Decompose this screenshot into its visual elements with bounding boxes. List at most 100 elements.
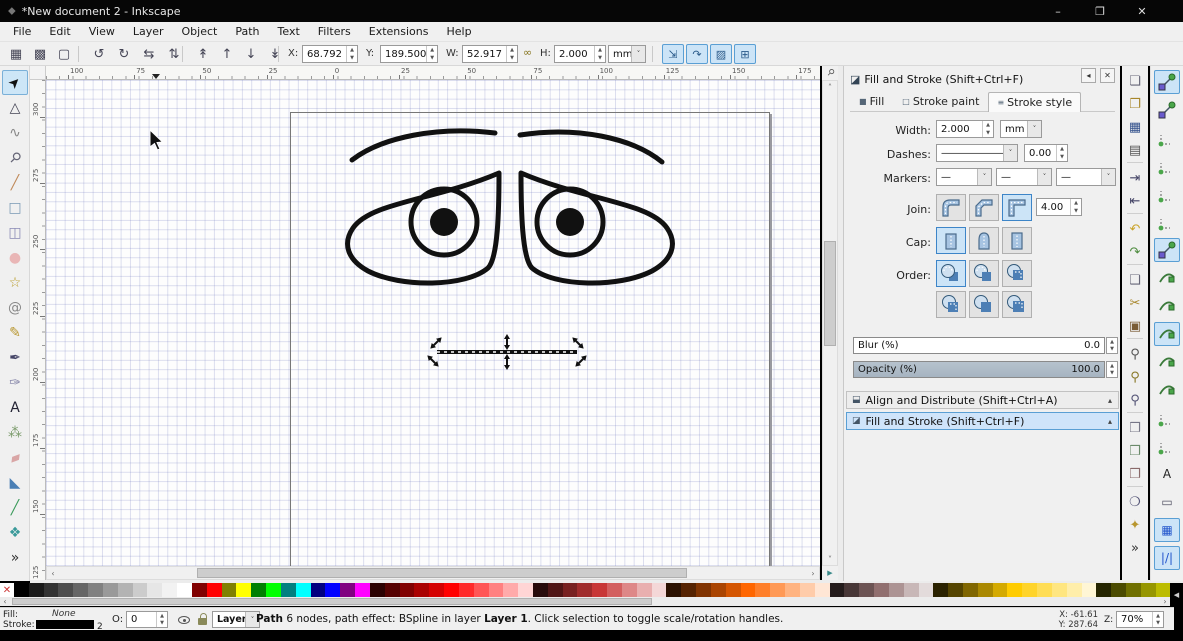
snap-bbox-edge-midpoints-toggle[interactable] — [1154, 182, 1180, 206]
unit-select[interactable]: mm ˅ — [608, 45, 646, 63]
layer-visibility-icon[interactable] — [178, 616, 190, 624]
menu-view[interactable]: View — [80, 23, 124, 40]
snap-midpoints-toggle[interactable] — [1154, 378, 1180, 402]
palette-swatch[interactable] — [844, 583, 860, 597]
palette-swatch[interactable] — [1066, 583, 1082, 597]
spray-tool[interactable]: ⁂ — [2, 420, 28, 445]
palette-swatch[interactable] — [785, 583, 800, 597]
stroke-width-input[interactable]: 2.000 ▲ ▼ — [936, 120, 994, 138]
zoom-tool[interactable]: ⚲ — [2, 145, 28, 170]
horizontal-scrollbar[interactable]: ‹ › — [46, 566, 820, 580]
tweak-tool[interactable]: ∿ — [2, 120, 28, 145]
palette-swatch[interactable] — [532, 583, 548, 597]
snap-rotation-centers-toggle[interactable] — [1154, 434, 1180, 458]
menu-path[interactable]: Path — [226, 23, 268, 40]
order-markers-stroke-fill-button[interactable] — [1002, 291, 1032, 318]
copy-button[interactable]: ❑ — [1124, 269, 1146, 291]
opacity-spinner[interactable]: ▲ ▼ — [1106, 361, 1118, 378]
palette-swatch[interactable] — [1111, 583, 1127, 597]
star-tool[interactable]: ☆ — [2, 270, 28, 295]
palette-menu-arrow[interactable]: ◀ — [1170, 583, 1183, 607]
palette-swatch[interactable] — [102, 583, 118, 597]
palette-swatch[interactable] — [177, 583, 192, 597]
palette-swatch[interactable] — [651, 583, 667, 597]
palette-swatch[interactable] — [859, 583, 875, 597]
palette-swatch[interactable] — [28, 583, 44, 597]
tab-stroke-paint[interactable]: □ Stroke paint — [893, 91, 988, 111]
palette-swatch[interactable] — [725, 583, 741, 597]
palette-swatch[interactable] — [88, 583, 103, 597]
palette-swatch[interactable] — [681, 583, 697, 597]
palette-swatch[interactable] — [992, 583, 1008, 597]
palette-swatch[interactable] — [43, 583, 59, 597]
raise-button[interactable]: ↑ — [216, 44, 238, 64]
box3d-tool[interactable]: ◫ — [2, 220, 28, 245]
palette-swatch[interactable] — [1051, 583, 1067, 597]
palette-swatch[interactable] — [473, 583, 489, 597]
palette-swatch[interactable] — [1037, 583, 1052, 597]
tab-stroke-style[interactable]: ≡ Stroke style — [988, 92, 1082, 112]
clone-button[interactable]: ❒ — [1124, 440, 1146, 462]
palette-swatch[interactable] — [488, 583, 504, 597]
w-input[interactable]: 52.917 ▲ ▼ — [462, 45, 518, 63]
join-round-button[interactable] — [936, 194, 966, 221]
palette-swatch[interactable] — [666, 583, 682, 597]
palette-swatch[interactable] — [918, 583, 934, 597]
unlink-clone-button[interactable]: ❒ — [1124, 463, 1146, 485]
save-button[interactable]: ▦ — [1124, 116, 1146, 138]
select-all-button[interactable]: ▦ — [5, 44, 27, 64]
vertical-scroll-thumb[interactable] — [824, 241, 836, 346]
order-fill-markers-stroke-button[interactable] — [969, 260, 999, 287]
palette-swatch[interactable] — [251, 583, 267, 597]
palette-swatch[interactable] — [221, 583, 237, 597]
snap-bbox-centers-toggle[interactable] — [1154, 210, 1180, 234]
join-bevel-button[interactable] — [969, 194, 999, 221]
menu-edit[interactable]: Edit — [40, 23, 79, 40]
palette-swatch[interactable] — [562, 583, 578, 597]
palette-swatch[interactable] — [458, 583, 474, 597]
calligraphy-tool[interactable]: ✑ — [2, 370, 28, 395]
palette-swatch[interactable] — [73, 583, 89, 597]
palette-swatch[interactable] — [696, 583, 711, 597]
undo-button[interactable]: ↶ — [1124, 218, 1146, 240]
palette-scroll-thumb[interactable] — [12, 598, 652, 605]
menu-help[interactable]: Help — [437, 23, 480, 40]
palette-swatch[interactable] — [236, 583, 252, 597]
cut-button[interactable]: ✂ — [1124, 292, 1146, 314]
scroll-down-arrow[interactable]: ˅ — [823, 553, 837, 565]
rotate-cw-button[interactable]: ↻ — [113, 44, 135, 64]
dash-offset-input[interactable]: 0.00 ▲ ▼ — [1024, 144, 1068, 162]
palette-swatch[interactable] — [280, 583, 296, 597]
zoom-drawing-button[interactable]: ⚲ — [1124, 366, 1146, 388]
pencil-tool[interactable]: ✎ — [2, 320, 28, 345]
palette-swatch[interactable] — [444, 583, 459, 597]
order-markers-fill-stroke-button[interactable] — [969, 291, 999, 318]
flip-horizontal-button[interactable]: ⇆ — [138, 44, 160, 64]
palette-swatch[interactable] — [162, 583, 178, 597]
zoom-page-button[interactable]: ⚲ — [1124, 389, 1146, 411]
vertical-scrollbar[interactable]: ˄ ˅ — [822, 80, 838, 566]
zoom-lock-icon[interactable]: ⚲ — [822, 66, 838, 80]
pen-tool[interactable]: ✒ — [2, 345, 28, 370]
palette-swatch[interactable] — [14, 583, 29, 597]
palette-swatch[interactable] — [295, 583, 311, 597]
mesh-tool[interactable]: ❖ — [2, 520, 28, 545]
palette-swatch[interactable] — [369, 583, 385, 597]
cap-butt-button[interactable] — [936, 227, 966, 254]
menu-filters[interactable]: Filters — [309, 23, 360, 40]
palette-swatch[interactable] — [191, 583, 207, 597]
scroll-right-arrow[interactable]: › — [807, 567, 819, 579]
new-document-button[interactable]: ❏ — [1124, 70, 1146, 92]
palette-swatch[interactable] — [1155, 583, 1171, 597]
palette-swatch[interactable] — [132, 583, 148, 597]
dialog-close-button[interactable]: ✕ — [1100, 68, 1115, 83]
order-stroke-fill-markers-button[interactable] — [1002, 260, 1032, 287]
move-patterns-toggle[interactable]: ⊞ — [734, 44, 756, 64]
eraser-tool[interactable]: ▰ — [2, 445, 28, 470]
palette-swatch[interactable] — [621, 583, 637, 597]
snap-bbox-toggle[interactable] — [1154, 98, 1180, 122]
palette-swatch[interactable] — [399, 583, 415, 597]
paste-button[interactable]: ▣ — [1124, 315, 1146, 337]
snap-smooth-nodes-toggle[interactable] — [1154, 350, 1180, 374]
snap-toggle[interactable] — [1154, 70, 1180, 94]
